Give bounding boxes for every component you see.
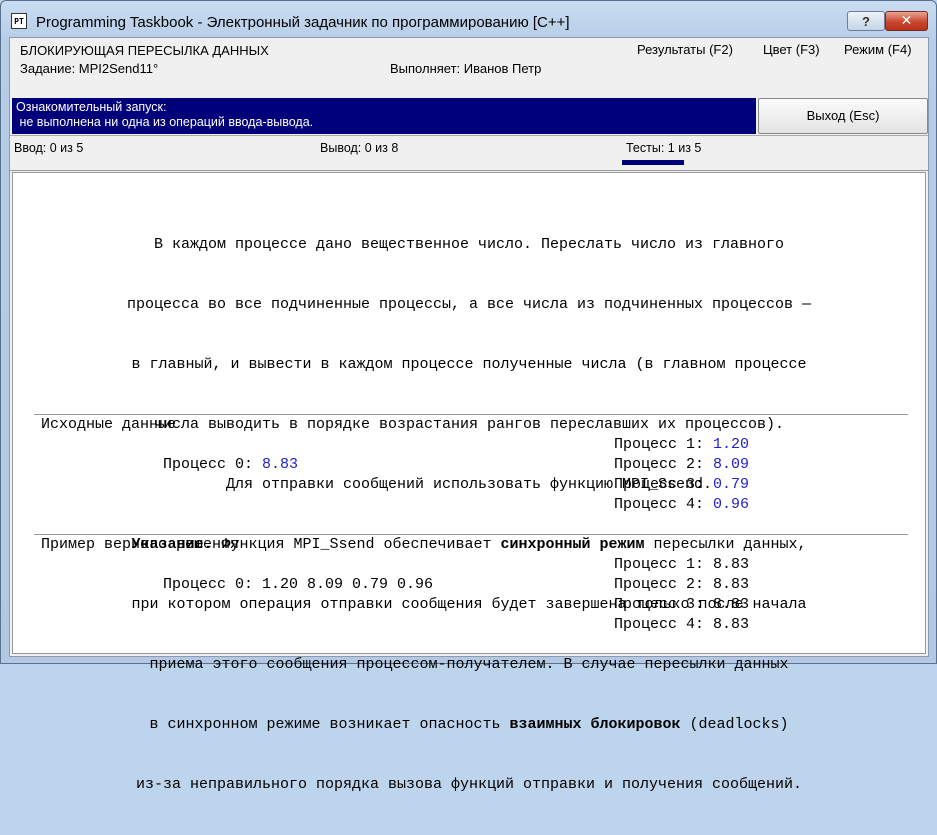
- close-button[interactable]: ✕: [885, 11, 928, 31]
- deadlock-text: в синхронном режиме возникает опасность: [149, 716, 509, 733]
- status-line-1: Ознакомительный запуск:: [16, 100, 752, 115]
- process-label: Процесс 4:: [614, 496, 713, 513]
- deadlock-text: (deadlocks): [681, 716, 789, 733]
- task-content: В каждом процессе дано вещественное числ…: [12, 172, 926, 654]
- example-section-title: Пример верного решения: [41, 536, 239, 553]
- process-value: 8.83: [713, 616, 749, 633]
- input-process-2: Процесс 2: 8.09: [614, 456, 749, 473]
- performer-name: Выполняет: Иванов Петр: [390, 61, 541, 76]
- exit-button[interactable]: Выход (Esc): [758, 98, 928, 134]
- process-value: 1.20 8.09 0.79 0.96: [262, 576, 433, 593]
- process-label: Процесс 3:: [614, 476, 713, 493]
- task-line: в главный, и вывести в каждом процессе п…: [13, 355, 925, 375]
- example-process-1: Процесс 1: 8.83: [614, 556, 749, 573]
- section-divider: [34, 534, 908, 535]
- process-label: Процесс 1:: [614, 436, 713, 453]
- process-label: Процесс 3:: [614, 596, 713, 613]
- process-label: Процесс 1:: [614, 556, 713, 573]
- menu-mode[interactable]: Режим (F4): [844, 42, 912, 57]
- input-section-title: Исходные данные: [41, 416, 176, 433]
- process-label: Процесс 2:: [614, 456, 713, 473]
- client-area: БЛОКИРУЮЩАЯ ПЕРЕСЫЛКА ДАННЫХ Задание: MP…: [9, 37, 929, 657]
- counters-bar: Ввод: 0 из 5 Вывод: 0 из 8 Тесты: 1 из 5: [10, 135, 928, 171]
- task-line: процесса во все подчиненные процессы, а …: [13, 295, 925, 315]
- hint-text: пересылки данных,: [645, 536, 807, 553]
- example-process-4: Процесс 4: 8.83: [614, 616, 749, 633]
- section-divider: [34, 414, 908, 415]
- input-process-4: Процесс 4: 0.96: [614, 496, 749, 513]
- output-counter: Вывод: 0 из 8: [320, 141, 398, 155]
- input-process-3: Процесс 3: 0.79: [614, 476, 749, 493]
- status-line-2: не выполнена ни одна из операций ввода-в…: [16, 115, 752, 130]
- process-label: Процесс 2:: [614, 576, 713, 593]
- task-line: В каждом процессе дано вещественное числ…: [13, 235, 925, 255]
- task-line: при котором операция отправки сообщения …: [13, 595, 925, 615]
- process-value: 8.83: [713, 556, 749, 573]
- menu-results[interactable]: Результаты (F2): [637, 42, 733, 57]
- input-counter: Ввод: 0 из 5: [14, 141, 83, 155]
- process-value: 8.83: [713, 596, 749, 613]
- app-window: PT Programming Taskbook - Электронный за…: [0, 0, 937, 664]
- example-process-3: Процесс 3: 8.83: [614, 596, 749, 613]
- input-process-0: Процесс 0: 8.83: [163, 456, 298, 473]
- process-label: Процесс 0:: [163, 456, 262, 473]
- process-value: 0.96: [713, 496, 749, 513]
- app-icon: PT: [11, 13, 27, 29]
- task-description: В каждом процессе дано вещественное числ…: [13, 195, 925, 835]
- help-button[interactable]: ?: [847, 11, 885, 31]
- process-value: 1.20: [713, 436, 749, 453]
- tests-counter[interactable]: Тесты: 1 из 5: [626, 141, 701, 155]
- tests-indicator: [622, 160, 684, 165]
- deadlock-line: в синхронном режиме возникает опасность …: [13, 715, 925, 735]
- process-label: Процесс 0:: [163, 576, 262, 593]
- process-value: 8.83: [713, 576, 749, 593]
- title-bar[interactable]: PT Programming Taskbook - Электронный за…: [1, 1, 936, 37]
- task-group-title: БЛОКИРУЮЩАЯ ПЕРЕСЫЛКА ДАННЫХ: [20, 43, 269, 58]
- process-value: 8.83: [262, 456, 298, 473]
- menu-color[interactable]: Цвет (F3): [763, 42, 820, 57]
- task-line: Для отправки сообщений использовать функ…: [13, 475, 925, 495]
- process-value: 0.79: [713, 476, 749, 493]
- status-panel: Ознакомительный запуск: не выполнена ни …: [12, 98, 756, 134]
- process-value: 8.09: [713, 456, 749, 473]
- hint-text: Функция MPI_Ssend обеспечивает: [212, 536, 500, 553]
- task-name: Задание: MPI2Send11°: [20, 61, 158, 76]
- window-title: Programming Taskbook - Электронный задач…: [36, 14, 570, 31]
- task-line: приема этого сообщения процессом-получат…: [13, 655, 925, 675]
- input-process-1: Процесс 1: 1.20: [614, 436, 749, 453]
- example-process-0: Процесс 0: 1.20 8.09 0.79 0.96: [163, 576, 433, 593]
- deadlock-emphasis: взаимных блокировок: [510, 716, 681, 733]
- example-process-2: Процесс 2: 8.83: [614, 576, 749, 593]
- hint-emphasis: синхронный режим: [501, 536, 645, 553]
- process-label: Процесс 4:: [614, 616, 713, 633]
- task-line: из-за неправильного порядка вызова функц…: [13, 775, 925, 795]
